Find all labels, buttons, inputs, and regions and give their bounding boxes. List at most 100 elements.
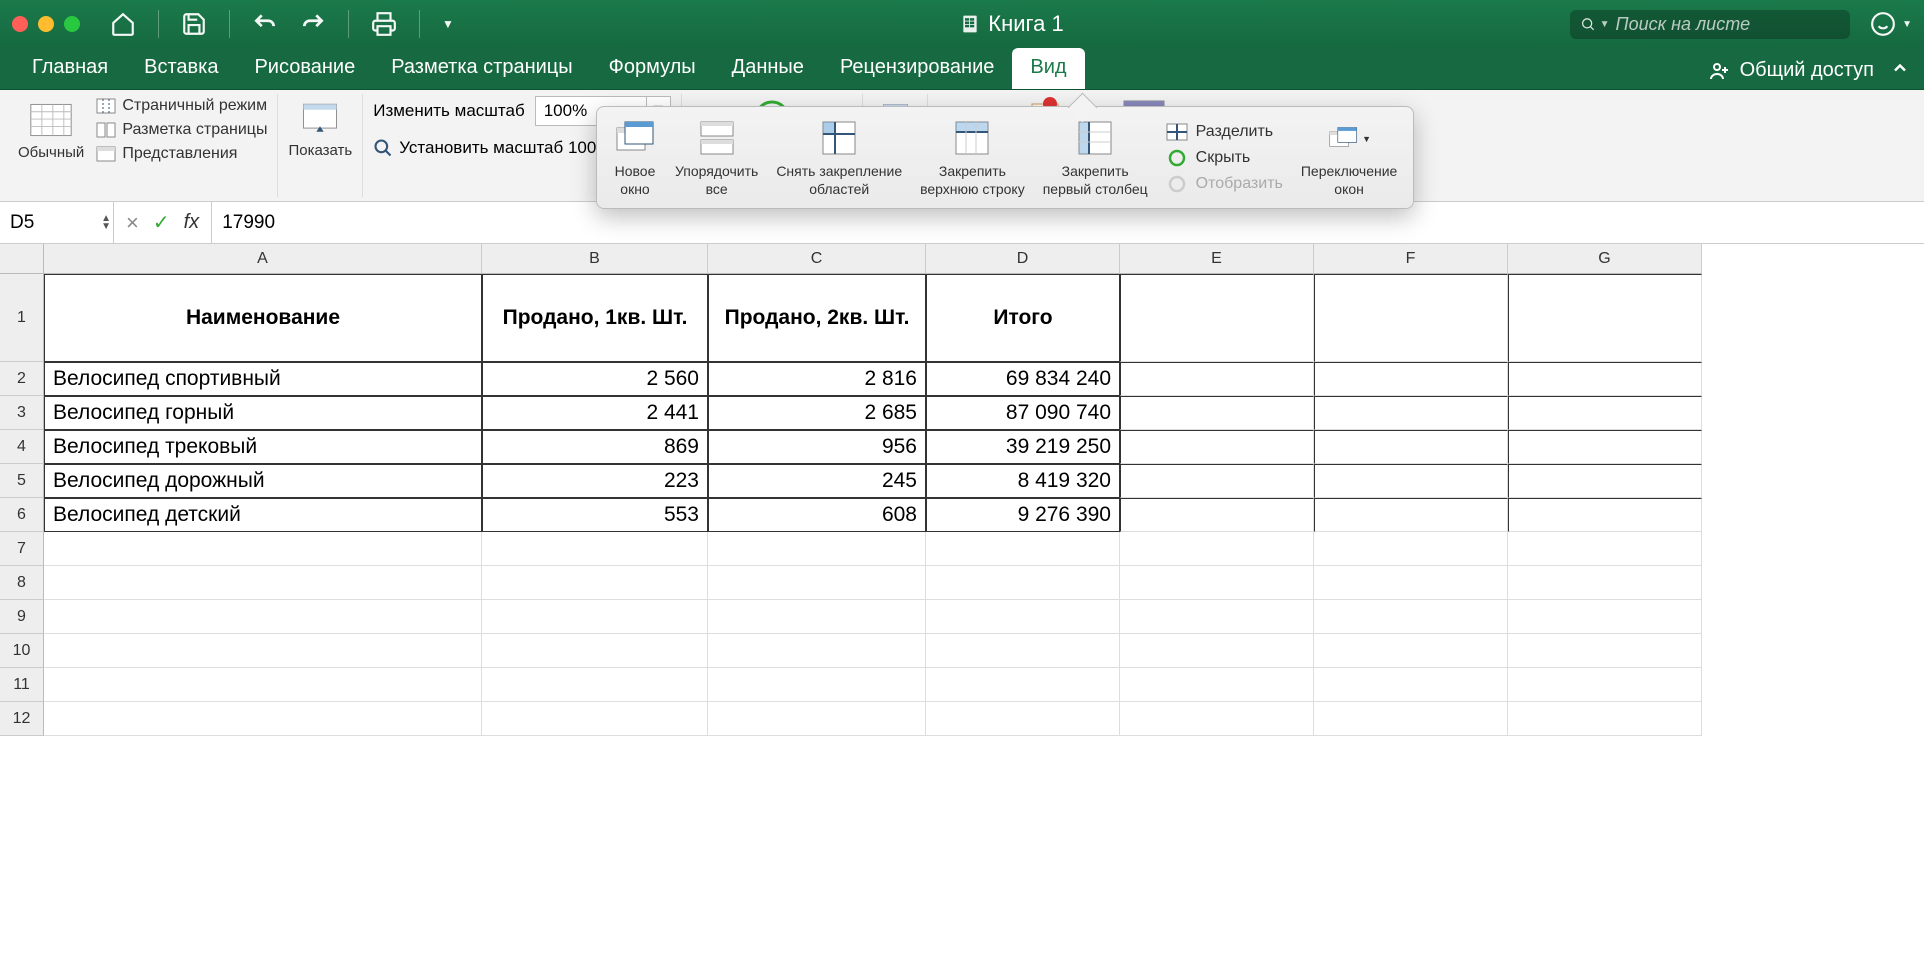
cell[interactable]: 2 685 bbox=[708, 396, 926, 430]
share-button[interactable]: Общий доступ bbox=[1708, 59, 1874, 83]
unfreeze-panes-button[interactable]: Снять закреплениеобластей bbox=[776, 117, 902, 198]
cell[interactable] bbox=[1508, 668, 1702, 702]
tab-formulas[interactable]: Формулы bbox=[591, 48, 714, 89]
tab-data[interactable]: Данные bbox=[714, 48, 822, 89]
show-button[interactable]: Показать bbox=[288, 96, 352, 160]
row-header-7[interactable]: 7 bbox=[0, 532, 44, 566]
cell[interactable] bbox=[1508, 274, 1702, 362]
cell[interactable] bbox=[1314, 464, 1508, 498]
cell[interactable] bbox=[1314, 600, 1508, 634]
cell[interactable] bbox=[1120, 702, 1314, 736]
customize-qat-button[interactable]: ▼ bbox=[442, 17, 454, 31]
cell[interactable] bbox=[1314, 396, 1508, 430]
cell[interactable]: Велосипед спортивный bbox=[44, 362, 482, 396]
account-dropdown[interactable]: ▼ bbox=[1902, 19, 1912, 30]
row-header-8[interactable]: 8 bbox=[0, 566, 44, 600]
cell[interactable] bbox=[708, 532, 926, 566]
cell[interactable]: Велосипед трековый bbox=[44, 430, 482, 464]
cell[interactable]: 87 090 740 bbox=[926, 396, 1120, 430]
cell[interactable] bbox=[1120, 634, 1314, 668]
cell[interactable] bbox=[1120, 498, 1314, 532]
select-all-corner[interactable] bbox=[0, 244, 44, 274]
cell[interactable] bbox=[1508, 532, 1702, 566]
row-header-5[interactable]: 5 bbox=[0, 464, 44, 498]
save-button[interactable] bbox=[181, 11, 207, 37]
minimize-window-button[interactable] bbox=[38, 16, 54, 32]
cell[interactable] bbox=[1508, 702, 1702, 736]
cell[interactable] bbox=[1120, 396, 1314, 430]
cell[interactable] bbox=[44, 702, 482, 736]
tab-home[interactable]: Главная bbox=[14, 48, 126, 89]
cell[interactable] bbox=[482, 702, 708, 736]
column-header-D[interactable]: D bbox=[926, 244, 1120, 274]
cancel-formula-button[interactable]: × bbox=[126, 210, 139, 236]
row-header-9[interactable]: 9 bbox=[0, 600, 44, 634]
cell[interactable]: 9 276 390 bbox=[926, 498, 1120, 532]
cell[interactable] bbox=[926, 600, 1120, 634]
row-header-1[interactable]: 1 bbox=[0, 274, 44, 362]
cell[interactable] bbox=[1508, 430, 1702, 464]
tab-insert[interactable]: Вставка bbox=[126, 48, 236, 89]
cell[interactable] bbox=[708, 600, 926, 634]
column-header-C[interactable]: C bbox=[708, 244, 926, 274]
cell[interactable] bbox=[926, 566, 1120, 600]
freeze-top-row-button[interactable]: Закрепитьверхнюю строку bbox=[920, 117, 1025, 198]
cell[interactable]: Велосипед горный bbox=[44, 396, 482, 430]
cell[interactable] bbox=[1120, 430, 1314, 464]
cell[interactable] bbox=[926, 702, 1120, 736]
cell[interactable] bbox=[1314, 634, 1508, 668]
cell[interactable] bbox=[1508, 566, 1702, 600]
home-button[interactable] bbox=[110, 11, 136, 37]
cell[interactable]: 39 219 250 bbox=[926, 430, 1120, 464]
cell[interactable] bbox=[1508, 600, 1702, 634]
cell[interactable] bbox=[1314, 498, 1508, 532]
cell[interactable]: 608 bbox=[708, 498, 926, 532]
cell[interactable]: Продано, 2кв. Шт. bbox=[708, 274, 926, 362]
column-header-A[interactable]: A bbox=[44, 244, 482, 274]
cell[interactable] bbox=[1314, 274, 1508, 362]
tab-page-layout[interactable]: Разметка страницы bbox=[373, 48, 590, 89]
cell[interactable] bbox=[1314, 566, 1508, 600]
cell[interactable] bbox=[926, 532, 1120, 566]
row-header-2[interactable]: 2 bbox=[0, 362, 44, 396]
arrange-all-button[interactable]: Упорядочитьвсе bbox=[675, 117, 758, 198]
cell[interactable] bbox=[708, 668, 926, 702]
cell[interactable] bbox=[1508, 396, 1702, 430]
cell[interactable] bbox=[1508, 362, 1702, 396]
cell[interactable]: 245 bbox=[708, 464, 926, 498]
cell[interactable] bbox=[482, 668, 708, 702]
cell[interactable]: 8 419 320 bbox=[926, 464, 1120, 498]
cell[interactable] bbox=[1314, 430, 1508, 464]
custom-views-button[interactable]: Представления bbox=[96, 144, 267, 164]
print-button[interactable] bbox=[371, 11, 397, 37]
tab-draw[interactable]: Рисование bbox=[236, 48, 373, 89]
cell[interactable]: Наименование bbox=[44, 274, 482, 362]
maximize-window-button[interactable] bbox=[64, 16, 80, 32]
cell[interactable] bbox=[1120, 362, 1314, 396]
cell[interactable] bbox=[44, 566, 482, 600]
cell[interactable] bbox=[482, 600, 708, 634]
search-box[interactable]: ▼ bbox=[1570, 10, 1850, 39]
cell[interactable] bbox=[1314, 532, 1508, 566]
row-header-6[interactable]: 6 bbox=[0, 498, 44, 532]
normal-view-button[interactable]: Обычный bbox=[18, 98, 84, 162]
cell[interactable]: Итого bbox=[926, 274, 1120, 362]
cell[interactable] bbox=[1314, 702, 1508, 736]
cell[interactable] bbox=[1508, 634, 1702, 668]
row-header-10[interactable]: 10 bbox=[0, 634, 44, 668]
row-header-11[interactable]: 11 bbox=[0, 668, 44, 702]
cell[interactable] bbox=[482, 532, 708, 566]
cell[interactable] bbox=[1508, 464, 1702, 498]
cell[interactable] bbox=[708, 566, 926, 600]
fx-button[interactable]: fx bbox=[184, 211, 200, 234]
cell[interactable] bbox=[1508, 498, 1702, 532]
undo-button[interactable] bbox=[252, 11, 278, 37]
cell[interactable]: Велосипед дорожный bbox=[44, 464, 482, 498]
column-header-B[interactable]: B bbox=[482, 244, 708, 274]
split-button[interactable]: Разделить bbox=[1166, 123, 1283, 141]
column-header-E[interactable]: E bbox=[1120, 244, 1314, 274]
cell[interactable] bbox=[44, 634, 482, 668]
cell[interactable]: 69 834 240 bbox=[926, 362, 1120, 396]
cell[interactable] bbox=[708, 702, 926, 736]
cell[interactable] bbox=[1120, 668, 1314, 702]
